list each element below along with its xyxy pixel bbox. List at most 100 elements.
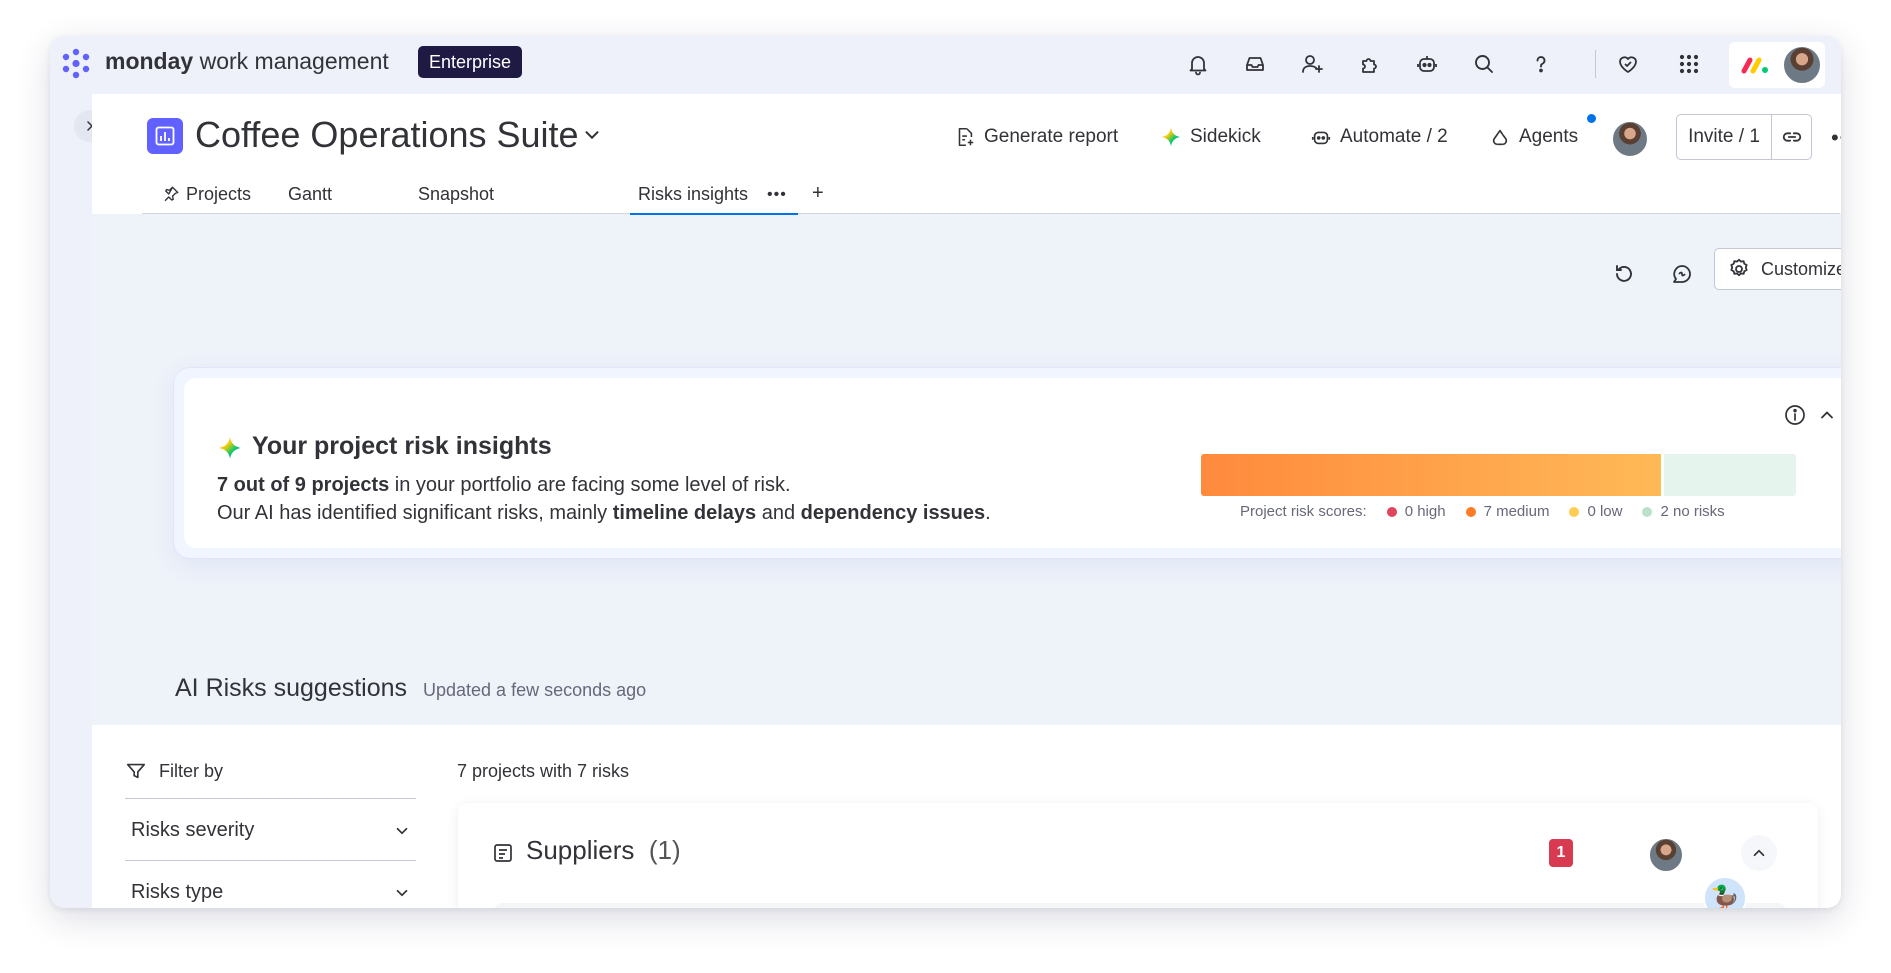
- legend-item: 0 high: [1386, 503, 1446, 520]
- search-icon[interactable]: [1469, 49, 1499, 79]
- insights-detail: Our AI has identified significant risks,…: [217, 502, 991, 524]
- pin-icon: [164, 186, 179, 202]
- chevron-down-icon[interactable]: [581, 124, 603, 146]
- insights-title: Your project risk insights: [252, 432, 552, 460]
- collapse-group-button[interactable]: [1741, 835, 1777, 871]
- invite-member-icon[interactable]: [1297, 49, 1327, 79]
- copy-link-button[interactable]: [1772, 115, 1811, 159]
- gear-icon: [1730, 258, 1748, 277]
- monday-product-icon: [1741, 57, 1768, 74]
- help-icon[interactable]: [1526, 49, 1556, 79]
- chevron-up-icon[interactable]: [1817, 405, 1837, 425]
- monday-logo-icon[interactable]: [58, 46, 94, 82]
- ai-robot-icon[interactable]: [1412, 49, 1442, 79]
- legend-item: 0 low: [1569, 503, 1622, 520]
- suggestions-panel: Filter by Risks severity Risks type 7 pr…: [92, 725, 1841, 908]
- customize-button[interactable]: Customize: [1714, 248, 1841, 290]
- insights-summary: 7 out of 9 projects in your portfolio ar…: [217, 474, 791, 496]
- legend-label: 2 no risks: [1660, 503, 1725, 520]
- grid-menu-icon[interactable]: [1674, 49, 1704, 79]
- risk-count-badge: 1: [1549, 839, 1573, 867]
- projects-risks-count: 7 projects with 7 risks: [457, 761, 630, 781]
- legend-label: 0 low: [1587, 503, 1623, 520]
- filter-risks-type[interactable]: Risks type: [131, 881, 411, 904]
- legend-dot: [1386, 506, 1397, 517]
- divider: [125, 798, 416, 799]
- inbox-icon[interactable]: [1240, 49, 1270, 79]
- sidekick-button[interactable]: Sidekick: [1160, 124, 1261, 150]
- product-name: monday work management: [105, 48, 389, 74]
- board-main: Coffee Operations Suite Generate report …: [92, 94, 1841, 908]
- group-title[interactable]: Suppliers (1): [526, 835, 681, 866]
- plan-badge: Enterprise: [418, 46, 523, 78]
- risk-bar-segment: [1664, 454, 1796, 496]
- legend-dot: [1465, 506, 1476, 517]
- filter-risks-severity[interactable]: Risks severity: [131, 819, 411, 842]
- legend-title: Project risk scores:: [1240, 503, 1367, 520]
- suggestions-title: AI Risks suggestions: [175, 674, 408, 702]
- agents-label: Agents: [1519, 126, 1579, 147]
- feedback-icon[interactable]: [1666, 258, 1698, 290]
- legend-dot: [1569, 506, 1580, 517]
- topbar-divider: [1595, 50, 1596, 78]
- dashboard-icon: [147, 118, 183, 154]
- agents-button[interactable]: Agents: [1489, 124, 1578, 150]
- tab-gantt[interactable]: Gantt: [288, 174, 332, 214]
- filter-label: Filter by: [159, 760, 224, 781]
- apps-icon[interactable]: [1355, 49, 1385, 79]
- invite-button[interactable]: Invite / 1: [1677, 115, 1772, 159]
- automate-label: Automate / 2: [1340, 126, 1448, 147]
- tab-label: Projects: [186, 184, 252, 204]
- user-avatar[interactable]: [1782, 45, 1822, 85]
- tab-options-icon[interactable]: •••: [767, 186, 787, 204]
- generate-report-button[interactable]: Generate report: [954, 124, 1118, 150]
- sparkle-icon: [219, 437, 241, 459]
- risk-item-placeholder: [494, 903, 1786, 908]
- refresh-icon[interactable]: [1608, 258, 1640, 290]
- report-icon: [958, 127, 974, 147]
- risk-score-bar: [1201, 454, 1796, 496]
- board-header: Coffee Operations Suite Generate report …: [92, 94, 1841, 215]
- generate-report-label: Generate report: [984, 126, 1119, 147]
- automate-button[interactable]: Automate / 2: [1310, 124, 1448, 150]
- risk-bar-segment: [1201, 454, 1662, 496]
- bell-icon[interactable]: [1183, 49, 1213, 79]
- link-icon: [1782, 132, 1801, 142]
- product-switcher[interactable]: [1729, 42, 1825, 88]
- tab-label: Gantt: [288, 184, 333, 204]
- board-member-avatar[interactable]: [1611, 120, 1649, 158]
- legend-item: 7 medium: [1465, 503, 1550, 520]
- suggestions-updated: Updated a few seconds ago: [423, 680, 647, 700]
- heart-icon[interactable]: [1613, 49, 1643, 79]
- tab-projects[interactable]: Projects: [162, 174, 251, 214]
- filter-icon: [126, 763, 146, 779]
- notification-dot: [1587, 114, 1596, 123]
- tab-label: Snapshot: [418, 184, 495, 204]
- chevron-up-icon: [1753, 849, 1765, 857]
- top-bar: monday work management Enterprise: [50, 36, 1841, 94]
- info-icon[interactable]: [1783, 403, 1807, 427]
- sparkle-icon: [1161, 127, 1181, 147]
- robot-icon: [1311, 131, 1331, 145]
- legend-label: 0 high: [1404, 503, 1446, 520]
- filter-item-label: Risks type: [131, 881, 224, 903]
- view-tabs: Projects Gantt Snapshot Risks insights •…: [142, 174, 1840, 215]
- risk-insights-card: Your project risk insights 7 out of 9 pr…: [174, 368, 1841, 558]
- owner-avatar[interactable]: [1648, 837, 1684, 873]
- legend-item: 2 no risks: [1642, 503, 1725, 520]
- legend-label: 7 medium: [1483, 503, 1550, 520]
- filter-header[interactable]: Filter by: [125, 760, 223, 782]
- agents-icon: [1492, 129, 1508, 146]
- chevron-down-icon: [396, 827, 408, 834]
- board-title[interactable]: Coffee Operations Suite: [195, 114, 579, 156]
- app-window: monday work management Enterprise Coffee…: [50, 36, 1841, 908]
- board-more-menu-icon[interactable]: •••: [1830, 124, 1841, 152]
- divider: [125, 860, 416, 861]
- invite-button-group: Invite / 1: [1676, 114, 1812, 160]
- add-view-button[interactable]: +: [812, 182, 824, 205]
- filter-item-label: Risks severity: [131, 819, 255, 841]
- risk-score-legend: Project risk scores: 0 high 7 medium 0 low…: [1240, 503, 1725, 520]
- chevron-down-icon: [396, 889, 408, 896]
- tab-snapshot[interactable]: Snapshot: [418, 174, 494, 214]
- sidekick-label: Sidekick: [1190, 126, 1261, 147]
